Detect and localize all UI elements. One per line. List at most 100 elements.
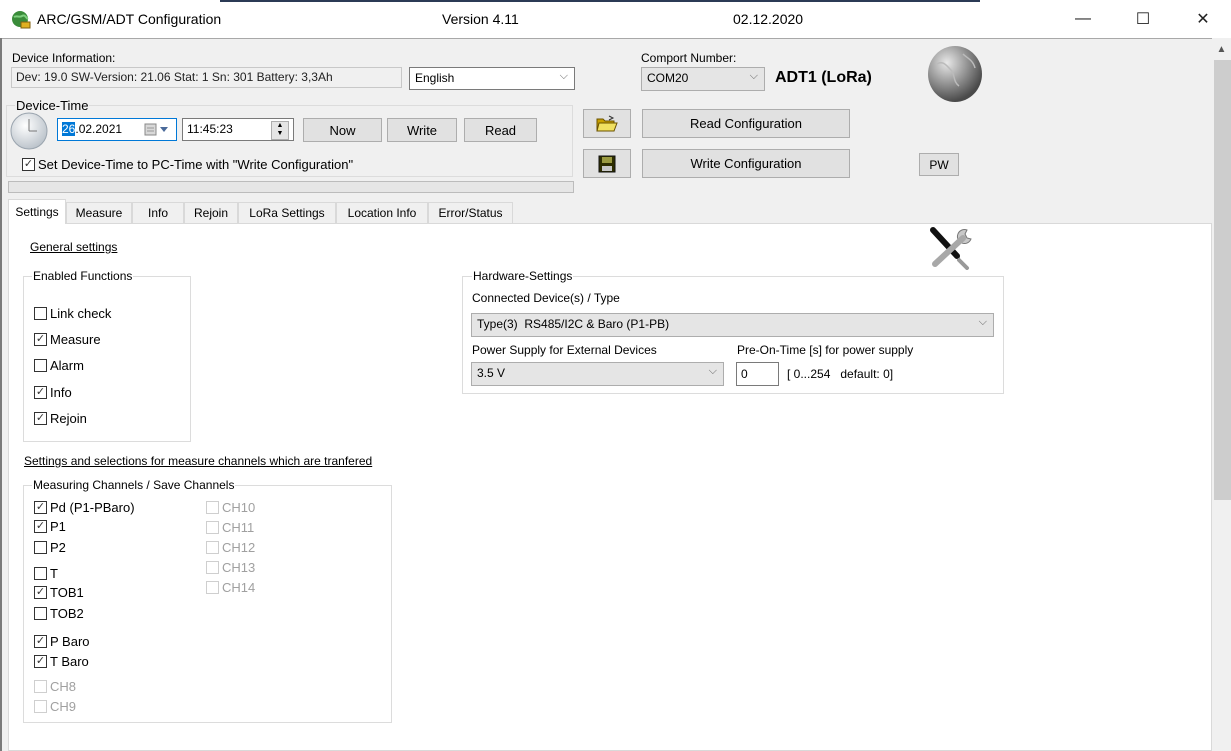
checkbox-box: [206, 541, 219, 554]
power-supply-label: Power Supply for External Devices: [472, 343, 657, 357]
checkbox-label: TOB2: [50, 606, 84, 621]
tab-error-status[interactable]: Error/Status: [428, 202, 513, 223]
checkbox-label: P1: [50, 519, 66, 534]
checkbox-label: T: [50, 566, 58, 581]
close-button[interactable]: ✕: [1180, 0, 1226, 38]
calendar-icon[interactable]: [144, 123, 170, 136]
pre-on-time-hint: [ 0...254 default: 0]: [787, 367, 894, 381]
time-spinner[interactable]: ▲ ▼: [271, 121, 289, 140]
checkbox-label: CH11: [222, 520, 255, 535]
date-rest: .02.2021: [75, 122, 123, 136]
general-settings-heading: General settings: [30, 240, 118, 254]
checkbox-label: P2: [50, 540, 66, 555]
vertical-scrollbar[interactable]: ▲: [1212, 38, 1231, 751]
checkbox-label: Pd (P1-PBaro): [50, 500, 135, 515]
channel-p1-checkbox[interactable]: ✓ P1: [34, 519, 66, 534]
tab-info[interactable]: Info: [132, 202, 184, 223]
now-button[interactable]: Now: [303, 118, 382, 142]
channel-t-checkbox[interactable]: T: [34, 566, 58, 581]
checkbox-box: ✓: [34, 412, 47, 425]
password-button[interactable]: PW: [919, 153, 959, 176]
checkbox-box: [34, 541, 47, 554]
device-name: ADT1 (LoRa): [775, 69, 872, 86]
scrollbar-thumb[interactable]: [1214, 60, 1231, 500]
checkbox-box: ✓: [34, 386, 47, 399]
channel-p2-checkbox[interactable]: P2: [34, 540, 66, 555]
power-supply-select[interactable]: 3.5 V ⌵: [471, 362, 724, 386]
date-day-selected: 26: [62, 122, 76, 136]
tab-location-info[interactable]: Location Info: [336, 202, 428, 223]
device-type-select[interactable]: Type(3) RS485/I2C & Baro (P1-PB) ⌵: [471, 313, 994, 337]
language-select[interactable]: English ⌵: [409, 67, 575, 90]
channel-ch10-checkbox[interactable]: CH10: [206, 500, 255, 515]
date-picker[interactable]: 26.02.2021: [57, 118, 177, 141]
checkbox-box: ✓: [34, 501, 47, 514]
measuring-channels-title: Measuring Channels / Save Channels: [32, 478, 236, 492]
write-time-button[interactable]: Write: [387, 118, 457, 142]
channel-ch12-checkbox[interactable]: CH12: [206, 540, 255, 555]
tab-rejoin[interactable]: Rejoin: [184, 202, 238, 223]
scroll-up-icon[interactable]: ▲: [1212, 40, 1231, 58]
device-info-label: Device Information:: [12, 51, 116, 65]
floppy-disk-icon: [598, 155, 616, 172]
checkbox-label: P Baro: [50, 634, 90, 649]
link-check-checkbox[interactable]: Link check: [34, 306, 111, 321]
channel-t-baro-checkbox[interactable]: ✓ T Baro: [34, 654, 89, 669]
chevron-down-icon: ⌵: [559, 70, 568, 82]
channel-tob2-checkbox[interactable]: TOB2: [34, 606, 84, 621]
info-checkbox[interactable]: ✓ Info: [34, 385, 72, 400]
hardware-settings-title: Hardware-Settings: [472, 269, 574, 283]
comport-value: COM20: [647, 71, 689, 85]
minimize-button[interactable]: —: [1060, 0, 1106, 38]
chevron-down-icon: ⌵: [749, 70, 758, 82]
checkbox-box: [206, 521, 219, 534]
checkbox-box: ✓: [34, 333, 47, 346]
checkbox-box: ✓: [34, 635, 47, 648]
comport-select[interactable]: COM20 ⌵: [641, 67, 765, 91]
checkbox-label: Rejoin: [50, 411, 87, 426]
alarm-checkbox[interactable]: Alarm: [34, 358, 84, 373]
chevron-down-icon: ⌵: [978, 316, 987, 328]
tab-lora-settings[interactable]: LoRa Settings: [238, 202, 336, 223]
sync-time-checkbox[interactable]: ✓ Set Device-Time to PC-Time with "Write…: [22, 157, 353, 172]
channel-ch13-checkbox[interactable]: CH13: [206, 560, 255, 575]
tab-settings[interactable]: Settings: [8, 199, 66, 224]
checkbox-box: ✓: [34, 655, 47, 668]
checkbox-box: [34, 567, 47, 580]
checkbox-box: [34, 607, 47, 620]
channel-tob1-checkbox[interactable]: ✓ TOB1: [34, 585, 84, 600]
globe-icon: [928, 46, 982, 102]
channel-ch9-checkbox[interactable]: CH9: [34, 699, 76, 714]
channel-ch14-checkbox[interactable]: CH14: [206, 580, 255, 595]
rejoin-checkbox[interactable]: ✓ Rejoin: [34, 411, 87, 426]
channel-pd-checkbox[interactable]: ✓ Pd (P1-PBaro): [34, 500, 135, 515]
checkbox-box: [34, 359, 47, 372]
tab-measure[interactable]: Measure: [66, 202, 132, 223]
maximize-button[interactable]: ☐: [1120, 0, 1166, 38]
read-time-button[interactable]: Read: [464, 118, 537, 142]
channel-p-baro-checkbox[interactable]: ✓ P Baro: [34, 634, 90, 649]
open-file-button[interactable]: [583, 109, 631, 138]
channel-ch8-checkbox[interactable]: CH8: [34, 679, 76, 694]
time-field[interactable]: 11:45:23 ▲ ▼: [182, 118, 294, 141]
checkbox-box: ✓: [34, 586, 47, 599]
save-file-button[interactable]: [583, 149, 631, 178]
device-type-label: Connected Device(s) / Type: [472, 291, 620, 305]
checkbox-label: Link check: [50, 306, 112, 321]
progress-bar: [8, 181, 574, 193]
pre-on-time-input[interactable]: 0: [736, 362, 779, 386]
checkbox-box: ✓: [22, 158, 35, 171]
read-configuration-button[interactable]: Read Configuration: [642, 109, 850, 138]
measure-checkbox[interactable]: ✓ Measure: [34, 332, 101, 347]
checkbox-label: Alarm: [50, 358, 84, 373]
device-type-value: Type(3) RS485/I2C & Baro (P1-PB): [477, 317, 670, 331]
checkbox-box: [206, 501, 219, 514]
channel-ch11-checkbox[interactable]: CH11: [206, 520, 254, 535]
checkbox-box: [34, 680, 47, 693]
device-info-field: Dev: 19.0 SW-Version: 21.06 Stat: 1 Sn: …: [11, 67, 402, 88]
checkbox-box: [206, 581, 219, 594]
pre-on-time-label: Pre-On-Time [s] for power supply: [737, 343, 914, 357]
checkbox-label: Measure: [50, 332, 101, 347]
checkbox-label: CH9: [50, 699, 77, 714]
write-configuration-button[interactable]: Write Configuration: [642, 149, 850, 178]
